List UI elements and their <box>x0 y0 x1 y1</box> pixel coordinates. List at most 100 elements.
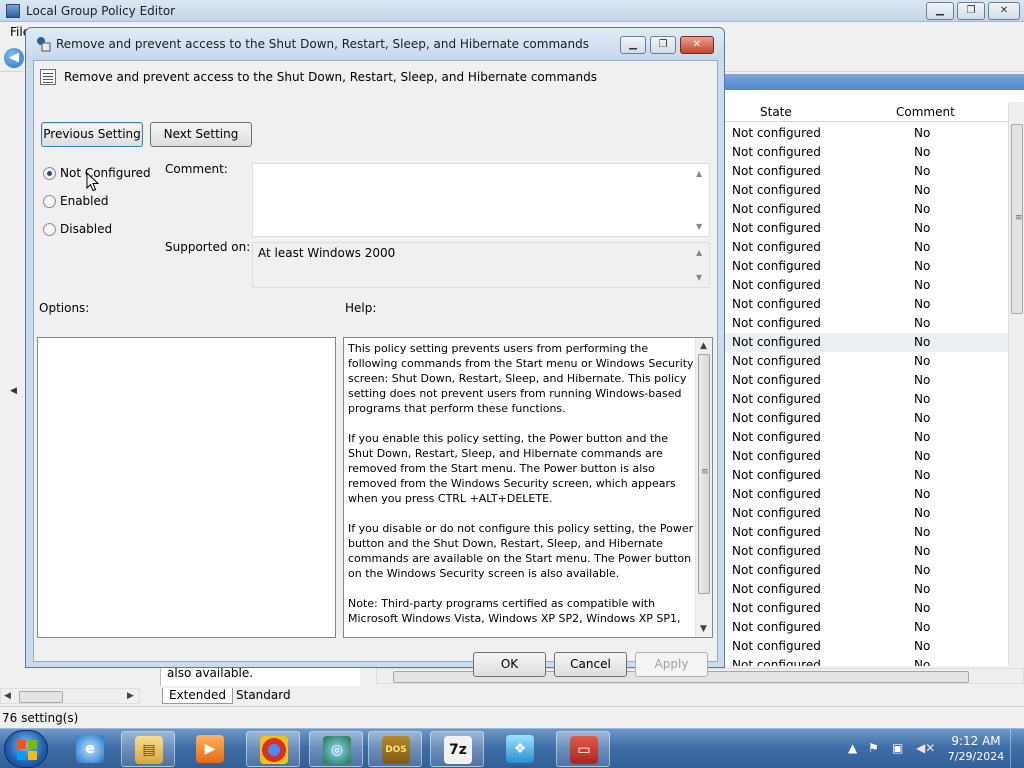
scroll-up-arrow-icon[interactable]: ▲ <box>700 339 707 353</box>
table-row[interactable]: Not configured No <box>724 466 1008 485</box>
restore-button[interactable]: ❐ <box>957 2 985 20</box>
clock-time[interactable]: 9:12 AM <box>946 734 1006 748</box>
taskbar-button[interactable]: ▶ <box>183 731 237 767</box>
radio-label-not-configured[interactable]: Not Configured <box>60 166 151 180</box>
taskbar-button[interactable]: e <box>63 731 117 767</box>
table-row[interactable]: Not configured No <box>724 485 1008 504</box>
collapse-arrow-icon[interactable]: ◀ <box>10 386 17 396</box>
help-scroll-thumb[interactable]: ≡ <box>698 354 710 594</box>
taskbar-button[interactable]: 7z <box>430 731 484 767</box>
table-row[interactable]: Not configured No <box>724 124 1008 143</box>
scroll-right-arrow-icon[interactable]: ▶ <box>127 689 134 703</box>
file-explorer-icon: ▤ <box>135 736 163 764</box>
start-button[interactable] <box>4 730 48 768</box>
table-row[interactable]: Not configured No <box>724 637 1008 656</box>
table-row[interactable]: Not configured No <box>724 200 1008 219</box>
list-header: State Comment <box>724 102 1008 122</box>
help-panel[interactable]: This policy setting prevents users from … <box>343 337 713 638</box>
comment-scrollbar[interactable]: ▲ ▼ <box>693 164 709 236</box>
action-center-flag-icon[interactable]: ⚑ <box>868 741 879 755</box>
table-row[interactable]: Not configured No <box>724 314 1008 333</box>
main-titlebar: Local Group Policy Editor ▁ ❐ ✕ <box>0 0 1024 22</box>
taskbar-button[interactable]: ❖ <box>493 731 547 767</box>
next-setting-button[interactable]: Next Setting <box>150 122 252 147</box>
back-arrow-icon[interactable]: ◀ <box>4 48 24 68</box>
table-row[interactable]: Not configured No <box>724 409 1008 428</box>
dialog-titlebar[interactable]: Remove and prevent access to the Shut Do… <box>26 28 724 60</box>
dosbox-icon: DOS <box>382 736 410 764</box>
dialog-close-button[interactable]: ✕ <box>680 36 714 54</box>
volume-muted-icon[interactable]: ◀✕ <box>916 741 935 755</box>
radio-button-checked[interactable] <box>43 167 56 180</box>
table-row[interactable]: Not configured No <box>724 580 1008 599</box>
list-vertical-scrollbar[interactable]: ≡ <box>1008 102 1024 670</box>
table-row[interactable]: Not configured No <box>724 428 1008 447</box>
taskbar-button[interactable]: ◎ <box>309 731 363 767</box>
cell-comment: No <box>914 221 931 235</box>
cell-state: Not configured <box>732 430 821 444</box>
comment-textarea[interactable]: ▲ ▼ <box>252 163 710 237</box>
column-header-comment[interactable]: Comment <box>896 105 955 119</box>
radio-button[interactable] <box>43 195 56 208</box>
taskbar-button[interactable]: ▭ <box>556 731 610 767</box>
taskbar-button[interactable]: ▤ <box>121 731 175 767</box>
supported-scrollbar[interactable]: ▲ ▼ <box>693 243 709 287</box>
table-row[interactable]: Not configured No <box>724 390 1008 409</box>
table-row[interactable]: Not configured No <box>724 542 1008 561</box>
scroll-left-arrow-icon[interactable]: ◀ <box>4 689 11 703</box>
taskbar-button[interactable]: DOS <box>368 731 422 767</box>
taskbar-button[interactable] <box>246 731 300 767</box>
help-scrollbar[interactable]: ▲ ≡ ▼ <box>695 338 712 637</box>
comment-label: Comment: <box>165 162 228 176</box>
tree-scroll-thumb[interactable] <box>19 691 63 703</box>
table-row[interactable]: Not configured No <box>724 295 1008 314</box>
tab-standard[interactable]: Standard <box>230 688 297 704</box>
radio-button[interactable] <box>43 223 56 236</box>
cell-state: Not configured <box>732 639 821 653</box>
cell-comment: No <box>914 525 931 539</box>
table-row[interactable]: Not configured No <box>724 561 1008 580</box>
cell-comment: No <box>914 297 931 311</box>
network-icon[interactable]: ▣ <box>892 741 903 755</box>
table-row[interactable]: Not configured No <box>724 447 1008 466</box>
cell-state: Not configured <box>732 620 821 634</box>
close-button[interactable]: ✕ <box>988 2 1020 20</box>
table-row[interactable]: Not configured No <box>724 618 1008 637</box>
dialog-maximize-button[interactable]: ❐ <box>650 36 676 54</box>
table-row[interactable]: Not configured No <box>724 599 1008 618</box>
table-row[interactable]: Not configured No <box>724 504 1008 523</box>
list-scroll-thumb[interactable]: ≡ <box>1011 124 1023 314</box>
cell-comment: No <box>914 430 931 444</box>
description-pane: also available. <box>160 666 360 686</box>
minimize-button[interactable]: ▁ <box>926 2 954 20</box>
previous-setting-button[interactable]: Previous Setting <box>41 122 143 147</box>
table-row[interactable]: Not configured No <box>724 257 1008 276</box>
cancel-button[interactable]: Cancel <box>554 652 627 677</box>
table-row[interactable]: Not configured No <box>724 219 1008 238</box>
table-row[interactable]: Not configured No <box>724 352 1008 371</box>
tree-horizontal-scrollbar[interactable]: ◀ ▶ <box>0 688 140 704</box>
tab-extended[interactable]: Extended <box>162 688 233 704</box>
apply-button[interactable]: Apply <box>635 652 708 677</box>
7zip-icon: 7z <box>444 736 472 764</box>
table-row[interactable]: Not configured No <box>724 162 1008 181</box>
table-row[interactable]: Not configured No <box>724 333 1008 352</box>
table-row[interactable]: Not configured No <box>724 276 1008 295</box>
show-hidden-icons-icon[interactable]: ▲ <box>848 741 857 755</box>
table-row[interactable]: Not configured No <box>724 181 1008 200</box>
help-paragraph: Note: Third-party programs certified as … <box>348 597 681 625</box>
column-header-state[interactable]: State <box>760 105 792 119</box>
table-row[interactable]: Not configured No <box>724 523 1008 542</box>
table-row[interactable]: Not configured No <box>724 238 1008 257</box>
cell-state: Not configured <box>732 278 821 292</box>
dialog-minimize-button[interactable]: ▁ <box>620 36 646 54</box>
ok-button[interactable]: OK <box>473 652 546 677</box>
scroll-down-arrow-icon[interactable]: ▼ <box>700 622 707 636</box>
table-row[interactable]: Not configured No <box>724 371 1008 390</box>
clock-date[interactable]: 7/29/2024 <box>940 750 1012 763</box>
cell-state: Not configured <box>732 582 821 596</box>
radio-label-enabled[interactable]: Enabled <box>60 194 109 208</box>
show-desktop-button[interactable] <box>1010 729 1024 768</box>
table-row[interactable]: Not configured No <box>724 143 1008 162</box>
radio-label-disabled[interactable]: Disabled <box>60 222 112 236</box>
